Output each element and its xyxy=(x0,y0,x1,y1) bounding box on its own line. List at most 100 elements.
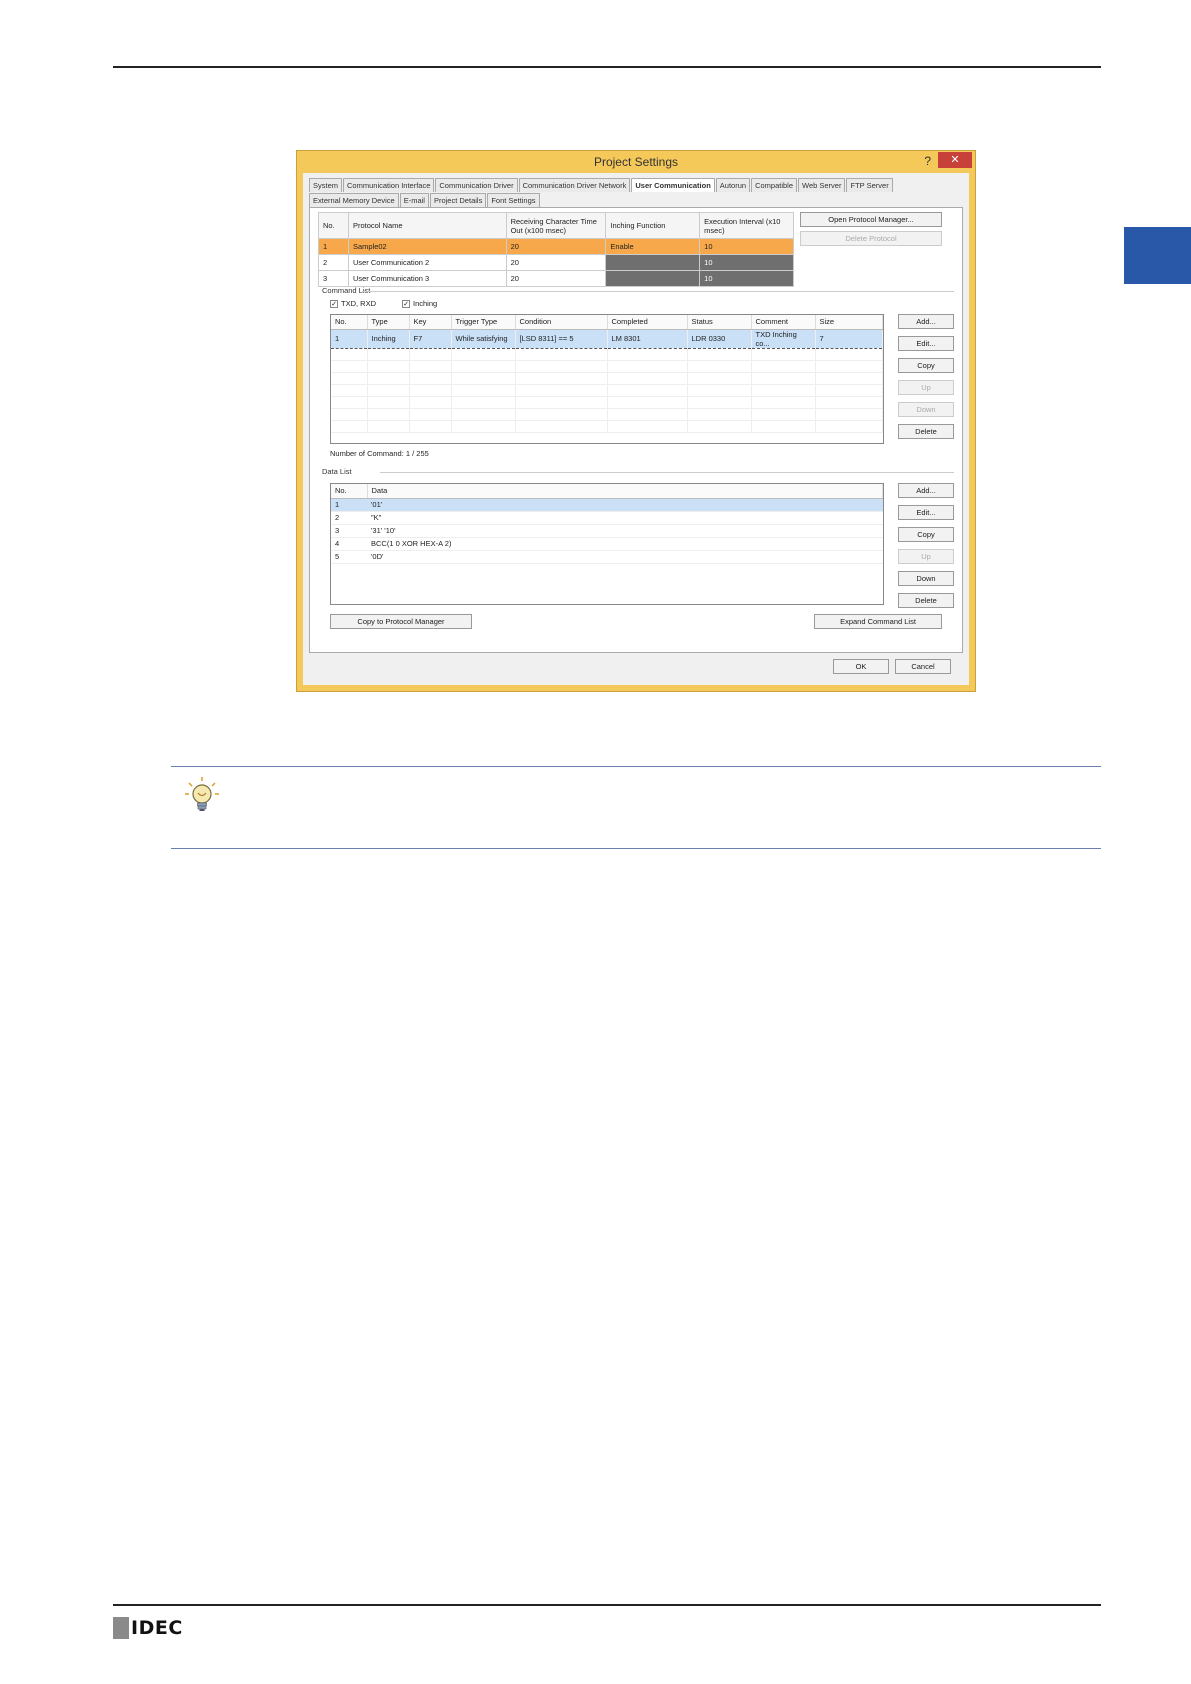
empty-row xyxy=(331,420,883,433)
tab-communication-driver-network[interactable]: Communication Driver Network xyxy=(518,178,631,192)
table-cell: TXD Inching co... xyxy=(751,329,816,349)
command-delete-button[interactable]: Delete xyxy=(898,424,954,439)
data-list-table: No. Data 1 '01' 2 "K" 3 '31' '10' 4 BCC(… xyxy=(330,483,884,605)
column-header[interactable]: No. xyxy=(318,212,349,239)
column-header[interactable]: Completed xyxy=(607,315,688,330)
empty-row xyxy=(331,384,883,397)
command-count-text: Number of Command: 1 / 255 xyxy=(330,449,429,458)
tab-communication-interface[interactable]: Communication Interface xyxy=(343,178,435,192)
protocol-table: No. Protocol Name Receiving Character Ti… xyxy=(318,212,794,287)
empty-row xyxy=(331,408,883,421)
delete-protocol-button[interactable]: Delete Protocol xyxy=(800,231,942,246)
column-header[interactable]: Trigger Type xyxy=(451,315,516,330)
column-header[interactable]: No. xyxy=(331,315,368,330)
table-cell: LM 8301 xyxy=(607,329,688,349)
table-row[interactable]: 5 '0D' xyxy=(331,550,883,564)
table-cell: 2 xyxy=(331,511,367,525)
tab-autorun[interactable]: Autorun xyxy=(715,178,751,192)
table-row[interactable]: 1 '01' xyxy=(331,498,883,512)
help-icon[interactable]: ? xyxy=(924,154,931,168)
tab-ftp-server[interactable]: FTP Server xyxy=(846,178,893,192)
ok-button[interactable]: OK xyxy=(833,659,889,674)
table-row[interactable]: 2 "K" xyxy=(331,511,883,525)
expand-command-list-button[interactable]: Expand Command List xyxy=(814,614,942,629)
command-copy-button[interactable]: Copy xyxy=(898,358,954,373)
data-up-button[interactable]: Up xyxy=(898,549,954,564)
column-header[interactable]: Inching Function xyxy=(605,212,701,239)
table-cell: 1 xyxy=(331,329,368,349)
table-cell: BCC(1 0 XOR HEX-A 2) xyxy=(367,537,883,551)
column-header[interactable]: Execution Interval (x10 msec) xyxy=(699,212,794,239)
close-icon[interactable]: ✕ xyxy=(938,152,972,168)
tab-project-details[interactable]: Project Details xyxy=(429,193,487,207)
data-table-header: No. Data xyxy=(331,484,883,499)
table-cell: Sample02 xyxy=(347,238,507,255)
data-add-button[interactable]: Add... xyxy=(898,483,954,498)
tab-font-settings[interactable]: Font Settings xyxy=(487,193,540,207)
column-header[interactable]: Condition xyxy=(515,315,608,330)
data-edit-button[interactable]: Edit... xyxy=(898,505,954,520)
column-header[interactable]: Receiving Character Time Out (x100 msec) xyxy=(505,212,607,239)
tab-e-mail[interactable]: E-mail xyxy=(399,193,429,207)
column-header[interactable]: Status xyxy=(687,315,752,330)
tab-row-2: External Memory Device E-mail Project De… xyxy=(309,193,541,207)
tab-system[interactable]: System xyxy=(309,178,343,192)
command-edit-button[interactable]: Edit... xyxy=(898,336,954,351)
table-cell: 5 xyxy=(331,550,367,564)
user-communication-panel: No. Protocol Name Receiving Character Ti… xyxy=(309,207,963,653)
table-cell: 3 xyxy=(318,270,349,287)
table-row[interactable]: 3 '31' '10' xyxy=(331,524,883,538)
command-up-button[interactable]: Up xyxy=(898,380,954,395)
column-header[interactable]: Size xyxy=(815,315,883,330)
table-cell: '0D' xyxy=(367,550,883,564)
data-delete-button[interactable]: Delete xyxy=(898,593,954,608)
cancel-button[interactable]: Cancel xyxy=(895,659,951,674)
tip-bottom-rule xyxy=(171,848,1101,849)
table-cell: Enable xyxy=(605,238,701,255)
column-header[interactable]: No. xyxy=(331,484,368,499)
table-cell: User Communication 2 xyxy=(347,254,507,271)
header-rule xyxy=(113,66,1101,68)
column-header[interactable]: Type xyxy=(367,315,410,330)
group-divider xyxy=(380,472,954,473)
command-down-button[interactable]: Down xyxy=(898,402,954,417)
protocol-table-header: No. Protocol Name Receiving Character Ti… xyxy=(318,212,794,239)
project-settings-dialog: Project Settings ? ✕ System Communicatio… xyxy=(296,150,976,692)
command-add-button[interactable]: Add... xyxy=(898,314,954,329)
table-cell: "K" xyxy=(367,511,883,525)
table-cell: 10 xyxy=(699,270,794,287)
table-row[interactable]: 2 User Communication 2 20 10 xyxy=(318,254,794,271)
column-header[interactable]: Key xyxy=(409,315,452,330)
tab-external-memory-device[interactable]: External Memory Device xyxy=(309,193,399,207)
empty-row xyxy=(331,372,883,385)
tab-compatible[interactable]: Compatible xyxy=(751,178,798,192)
checkbox-check-icon: ✓ xyxy=(402,299,410,308)
empty-row xyxy=(331,360,883,373)
table-row[interactable]: 4 BCC(1 0 XOR HEX-A 2) xyxy=(331,537,883,551)
command-table-header: No. Type Key Trigger Type Condition Comp… xyxy=(331,315,883,330)
table-cell: F7 xyxy=(409,329,452,349)
footer-rule xyxy=(113,1604,1101,1606)
table-row[interactable]: 1 Sample02 20 Enable 10 xyxy=(318,238,794,255)
tab-user-communication[interactable]: User Communication xyxy=(631,178,715,192)
open-protocol-manager-button[interactable]: Open Protocol Manager... xyxy=(800,212,942,227)
data-copy-button[interactable]: Copy xyxy=(898,527,954,542)
column-header[interactable]: Data xyxy=(367,484,883,499)
copy-to-protocol-manager-button[interactable]: Copy to Protocol Manager xyxy=(330,614,472,629)
tab-communication-driver[interactable]: Communication Driver xyxy=(435,178,518,192)
column-header[interactable]: Protocol Name xyxy=(347,212,507,239)
table-row[interactable]: 1 Inching F7 While satisfying [LSD 8311]… xyxy=(331,329,883,349)
tab-web-server[interactable]: Web Server xyxy=(798,178,846,192)
tip-top-rule xyxy=(171,766,1101,767)
column-header[interactable]: Comment xyxy=(751,315,816,330)
txd-rxd-checkbox[interactable]: ✓ TXD, RXD xyxy=(330,299,376,308)
table-row[interactable]: 3 User Communication 3 20 10 xyxy=(318,270,794,287)
table-cell: Inching xyxy=(367,329,410,349)
table-cell xyxy=(605,270,701,287)
command-list-table: No. Type Key Trigger Type Condition Comp… xyxy=(330,314,884,444)
inching-checkbox[interactable]: ✓ Inching xyxy=(402,299,437,308)
table-cell: While satisfying xyxy=(451,329,516,349)
data-down-button[interactable]: Down xyxy=(898,571,954,586)
table-cell: 20 xyxy=(505,254,607,271)
lightbulb-icon xyxy=(185,777,219,811)
